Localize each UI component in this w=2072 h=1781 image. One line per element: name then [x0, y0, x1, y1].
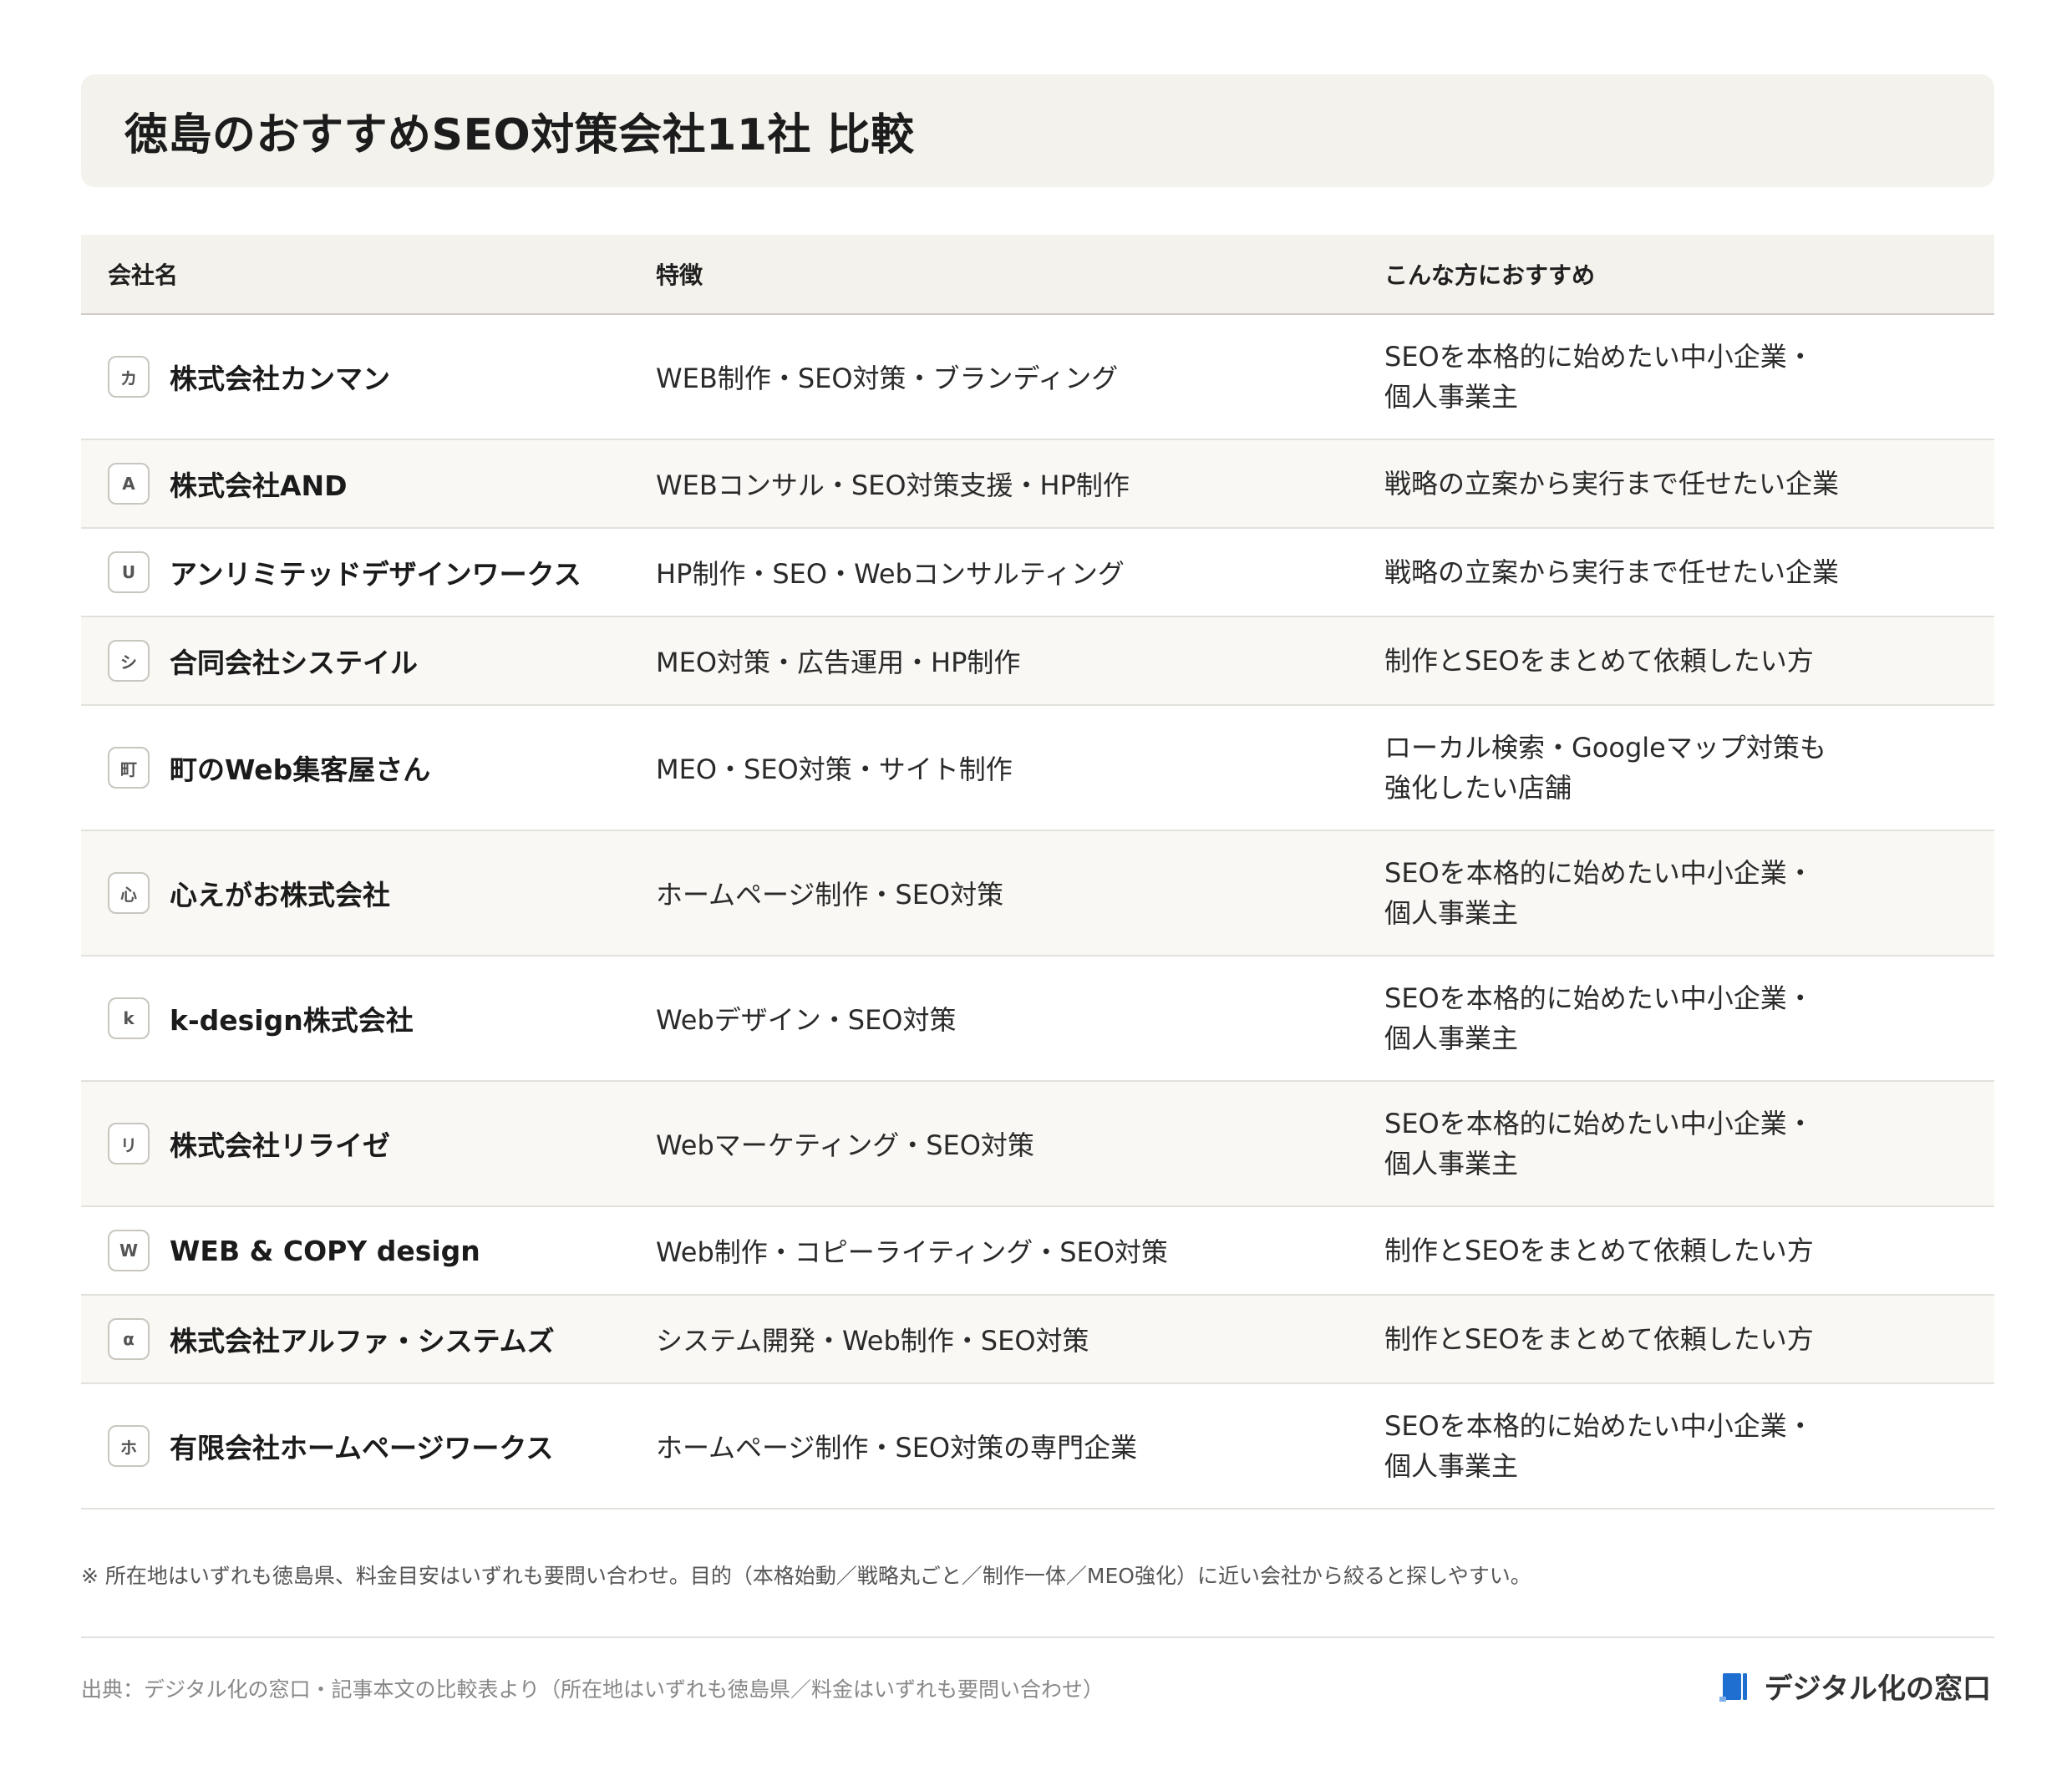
table-header-row: 会社名 特徴 こんな方におすすめ	[81, 235, 1994, 315]
document-logo-icon	[1719, 1672, 1747, 1702]
company-badge: U	[108, 551, 150, 593]
recommended-for: SEOを本格的に始めたい中小企業・ 個人事業主	[1384, 857, 1814, 929]
company-badge: ホ	[108, 1425, 150, 1467]
company-feature: システム開発・Web制作・SEO対策	[656, 1325, 1089, 1357]
recommended-for: SEOを本格的に始めたい中小企業・ 個人事業主	[1384, 1410, 1814, 1482]
table-row: 町町のWeb集客屋さん MEO・SEO対策・サイト制作 ローカル検索・Googl…	[81, 705, 1994, 831]
company-name: 心えがお株式会社	[170, 879, 390, 911]
recommended-for: ローカル検索・Googleマップ対策も 強化したい店舗	[1384, 732, 1826, 804]
company-name: 合同会社システイル	[170, 647, 418, 679]
company-name: 株式会社カンマン	[170, 363, 390, 395]
table-row: W WEB & COPY design Web制作・コピーライティング・SEO対策…	[81, 1206, 1994, 1296]
company-name: 町のWeb集客屋さん	[170, 754, 431, 786]
header-recommended-for: こんな方におすすめ	[1384, 235, 1994, 315]
recommended-for: 制作とSEOをまとめて依頼したい方	[1384, 645, 1814, 677]
company-feature: HP制作・SEO・Webコンサルティング	[656, 558, 1125, 590]
header-feature: 特徴	[656, 235, 1384, 315]
company-name: 株式会社リライゼ	[170, 1129, 390, 1162]
recommended-for: 制作とSEOをまとめて依頼したい方	[1384, 1235, 1814, 1266]
company-badge: 心	[108, 872, 150, 914]
company-name: WEB & COPY design	[170, 1234, 480, 1267]
table-row: シ合同会社システイル MEO対策・広告運用・HP制作 制作とSEOをまとめて依頼…	[81, 616, 1994, 706]
page-title: 徳島のおすすめSEO対策会社11社 比較	[124, 110, 915, 160]
footnote: ※ 所在地はいずれも徳島県、料金目安はいずれも要問い合わせ。目的（本格始動／戦略…	[81, 1564, 1531, 1588]
company-name: k-design株式会社	[170, 1004, 414, 1037]
brand-name: デジタル化の窓口	[1764, 1672, 1991, 1706]
company-badge: A	[108, 463, 150, 505]
title-banner: 徳島のおすすめSEO対策会社11社 比較	[81, 74, 1994, 187]
recommended-for: SEOを本格的に始めたい中小企業・ 個人事業主	[1384, 982, 1814, 1054]
table-row: α 株式会社アルファ・システムズ システム開発・Web制作・SEO対策 制作とSE…	[81, 1295, 1994, 1384]
table-row: A 株式会社AND WEBコンサル・SEO対策支援・HP制作 戦略の立案から実行ま…	[81, 439, 1994, 529]
table-row: k k-design株式会社 Webデザイン・SEO対策 SEOを本格的に始めたい…	[81, 956, 1994, 1082]
company-badge: リ	[108, 1123, 150, 1164]
company-name: 株式会社アルファ・システムズ	[170, 1325, 555, 1357]
company-badge: α	[108, 1318, 150, 1360]
company-feature: WEB制作・SEO対策・ブランディング	[656, 363, 1119, 394]
table-row: リ株式会社リライゼ Webマーケティング・SEO対策 SEOを本格的に始めたい中…	[81, 1081, 1994, 1207]
recommended-for: 戦略の立案から実行まで任せたい企業	[1384, 556, 1840, 588]
table-row: ホ有限会社ホームページワークス ホームページ制作・SEO対策の専門企業 SEOを…	[81, 1383, 1994, 1510]
company-badge: W	[108, 1230, 150, 1271]
brand-logo: デジタル化の窓口	[1716, 1666, 1991, 1707]
company-feature: Web制作・コピーライティング・SEO対策	[656, 1236, 1168, 1268]
company-feature: MEO・SEO対策・サイト制作	[656, 754, 1013, 785]
company-name: 株式会社AND	[170, 469, 348, 502]
divider	[81, 1636, 1994, 1638]
comparison-table: 会社名 特徴 こんな方におすすめ カ株式会社カンマン WEB制作・SEO対策・ブ…	[81, 235, 1994, 1510]
table-row: カ株式会社カンマン WEB制作・SEO対策・ブランディング SEOを本格的に始め…	[81, 314, 1994, 440]
company-feature: Webデザイン・SEO対策	[656, 1004, 957, 1036]
company-feature: ホームページ制作・SEO対策の専門企業	[656, 1432, 1138, 1464]
recommended-for: SEOを本格的に始めたい中小企業・ 個人事業主	[1384, 341, 1814, 413]
page: 徳島のおすすめSEO対策会社11社 比較 会社名 特徴 こんな方におすすめ カ株…	[0, 0, 2072, 1781]
source-citation: 出典：デジタル化の窓口・記事本文の比較表より（所在地はいずれも徳島県／料金はいず…	[81, 1677, 1105, 1702]
table-row: U アンリミテッドデザインワークス HP制作・SEO・Webコンサルティング 戦略…	[81, 528, 1994, 617]
company-name: 有限会社ホームページワークス	[170, 1432, 554, 1464]
header-company: 会社名	[81, 235, 656, 315]
company-badge: カ	[108, 356, 150, 398]
company-badge: シ	[108, 640, 150, 682]
company-feature: WEBコンサル・SEO対策支援・HP制作	[656, 469, 1130, 501]
company-feature: Webマーケティング・SEO対策	[656, 1129, 1034, 1161]
recommended-for: 戦略の立案から実行まで任せたい企業	[1384, 468, 1840, 500]
recommended-for: SEOを本格的に始めたい中小企業・ 個人事業主	[1384, 1108, 1814, 1180]
company-feature: ホームページ制作・SEO対策	[656, 879, 1004, 911]
company-name: アンリミテッドデザインワークス	[170, 558, 581, 591]
company-badge: k	[108, 997, 150, 1039]
table-row: 心心えがお株式会社 ホームページ制作・SEO対策 SEOを本格的に始めたい中小企…	[81, 830, 1994, 956]
company-badge: 町	[108, 747, 150, 789]
company-feature: MEO対策・広告運用・HP制作	[656, 647, 1021, 678]
recommended-for: 制作とSEOをまとめて依頼したい方	[1384, 1323, 1814, 1355]
